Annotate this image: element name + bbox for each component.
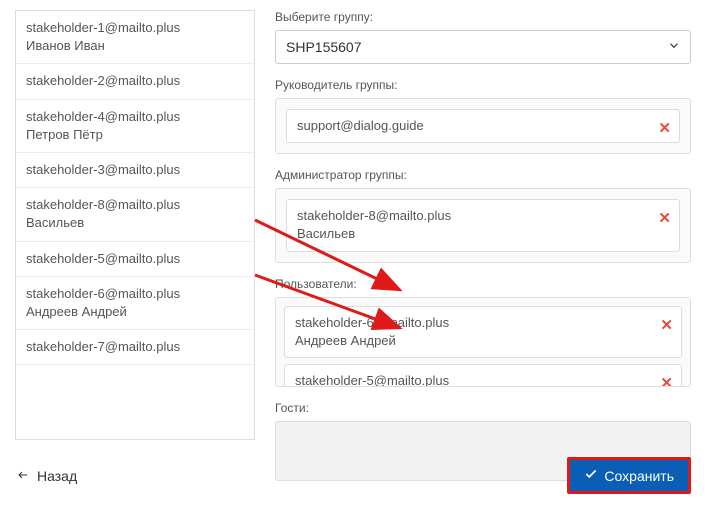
group-select[interactable]: SHP155607 [275,30,691,64]
list-item[interactable]: stakeholder-3@mailto.plus [16,153,254,188]
list-item[interactable]: stakeholder-5@mailto.plus [16,242,254,277]
list-item[interactable]: stakeholder-8@mailto.plusВасильев [16,188,254,241]
group-admin-box: stakeholder-8@mailto.plus Васильев ✕ [275,188,691,262]
leader-email: support@dialog.guide [297,117,651,135]
guests-label: Гости: [275,401,691,415]
list-item[interactable]: stakeholder-4@mailto.plusПетров Пётр [16,100,254,153]
back-label: Назад [37,468,77,484]
leader-chip[interactable]: support@dialog.guide ✕ [286,109,680,143]
save-button[interactable]: Сохранить [567,457,691,494]
save-label: Сохранить [604,468,674,484]
select-group-label: Выберите группу: [275,10,691,24]
admin-email: stakeholder-8@mailto.plus [297,207,651,225]
user-chip[interactable]: stakeholder-5@mailto.plus✕ [284,364,682,387]
list-item[interactable]: stakeholder-2@mailto.plus [16,64,254,99]
list-item[interactable]: stakeholder-7@mailto.plus [16,330,254,365]
admin-chip[interactable]: stakeholder-8@mailto.plus Васильев ✕ [286,199,680,251]
users-label: Пользователи: [275,277,691,291]
close-icon[interactable]: ✕ [658,208,671,229]
user-chip[interactable]: stakeholder-6@mailto.plusАндреев Андрей✕ [284,306,682,358]
list-item[interactable]: stakeholder-6@mailto.plusАндреев Андрей [16,277,254,330]
list-item[interactable]: stakeholder-1@mailto.plusИванов Иван [16,11,254,64]
check-icon [584,467,598,484]
users-box[interactable]: stakeholder-6@mailto.plusАндреев Андрей✕… [275,297,691,387]
back-button[interactable]: Назад [15,468,77,484]
stakeholder-listbox[interactable]: stakeholder-1@mailto.plusИванов Иванstak… [15,10,255,440]
group-leader-box: support@dialog.guide ✕ [275,98,691,154]
close-icon[interactable]: ✕ [658,118,671,139]
group-select-value: SHP155607 [286,39,362,55]
close-icon[interactable]: ✕ [660,373,673,387]
group-leader-label: Руководитель группы: [275,78,691,92]
group-admin-label: Администратор группы: [275,168,691,182]
close-icon[interactable]: ✕ [660,315,673,336]
arrow-left-icon [15,468,31,484]
admin-name: Васильев [297,225,651,243]
